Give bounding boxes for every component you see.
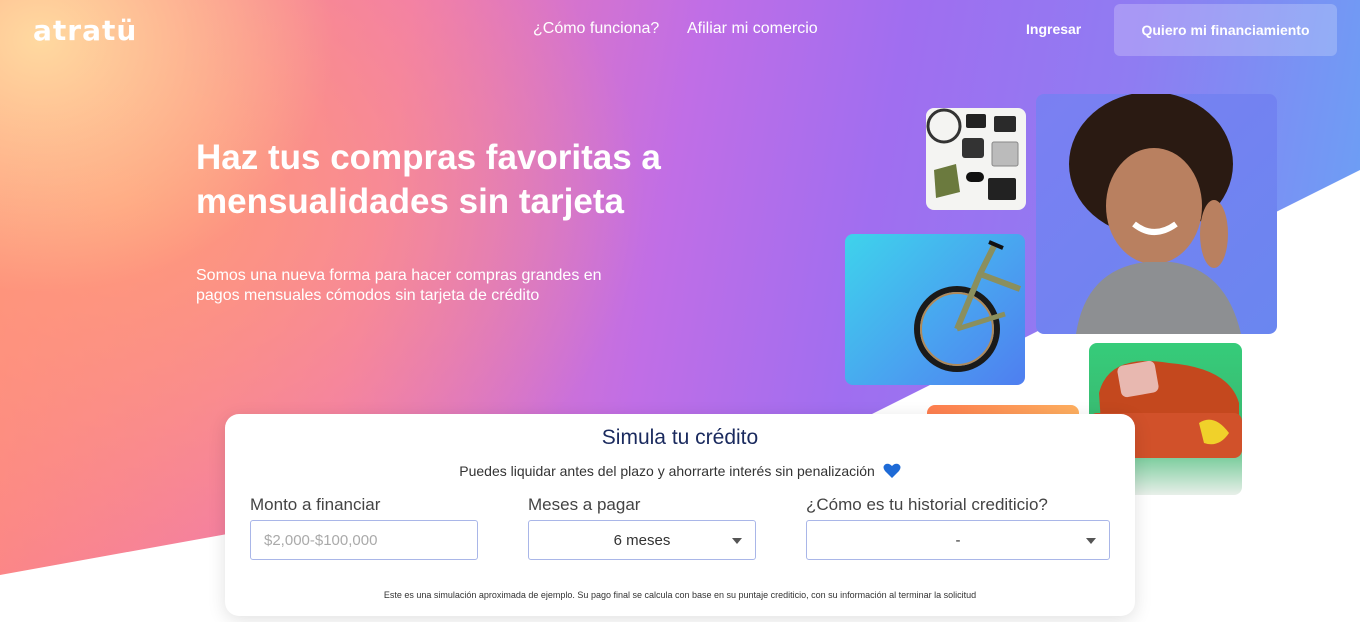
get-financing-button[interactable]: Quiero mi financiamiento	[1114, 4, 1337, 56]
chevron-down-icon	[1086, 538, 1096, 544]
months-label: Meses a pagar	[528, 495, 641, 514]
simulator-title: Simula tu crédito	[601, 426, 759, 449]
atrato-logo[interactable]: atratü	[33, 14, 137, 47]
nav-affiliate-link[interactable]: Afiliar mi comercio	[687, 20, 818, 38]
months-select[interactable]: 6 meses	[528, 520, 756, 560]
hero-subtitle: Somos una nueva forma para hacer compras…	[196, 267, 602, 304]
amount-input[interactable]	[250, 520, 478, 560]
hero-headline: Haz tus compras favoritas a mensualidade…	[196, 138, 661, 221]
credit-history-select-value: -	[955, 531, 961, 549]
chevron-down-icon	[732, 538, 742, 544]
simulator-disclaimer: Este es una simulación aproximada de eje…	[383, 590, 977, 600]
blue-heart-icon	[883, 463, 901, 478]
gadgets-flatlay-image	[926, 108, 1026, 210]
months-select-value: 6 meses	[613, 531, 671, 549]
simulator-note: Puedes liquidar antes del plazo y ahorra…	[225, 463, 1135, 479]
credit-history-label: ¿Cómo es tu historial crediticio?	[806, 495, 1048, 514]
smiling-woman-image	[1036, 94, 1277, 334]
credit-history-select[interactable]: -	[806, 520, 1110, 560]
amount-label: Monto a financiar	[250, 495, 381, 514]
bicycle-image	[845, 234, 1025, 385]
simulator-note-text: Puedes liquidar antes del plazo y ahorra…	[459, 463, 875, 479]
login-link[interactable]: Ingresar	[1026, 21, 1081, 37]
credit-simulator-card: Simula tu crédito Puedes liquidar antes …	[225, 414, 1135, 616]
nav-how-it-works-link[interactable]: ¿Cómo funciona?	[533, 20, 659, 38]
